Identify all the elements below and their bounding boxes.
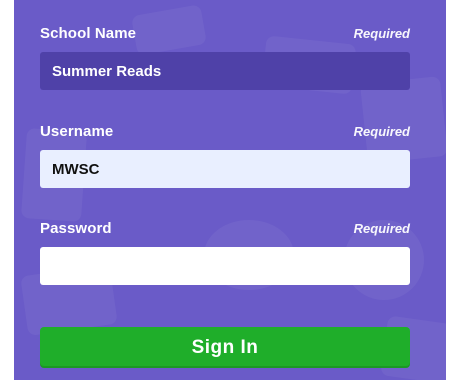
- password-label-row: Password Required: [40, 217, 410, 239]
- sign-in-button[interactable]: Sign In: [40, 327, 410, 368]
- username-label: Username: [40, 122, 114, 140]
- username-group: Username Required: [40, 120, 410, 188]
- school-name-label: School Name: [40, 24, 137, 42]
- password-field[interactable]: [40, 247, 410, 285]
- password-required-note: Required: [353, 220, 410, 236]
- password-label: Password: [40, 219, 112, 237]
- school-name-label-row: School Name Required: [40, 22, 410, 44]
- school-name-required-note: Required: [353, 25, 410, 41]
- login-panel: School Name Required Username Required P…: [14, 0, 446, 380]
- password-group: Password Required: [40, 217, 410, 285]
- username-required-note: Required: [353, 123, 410, 139]
- username-field[interactable]: [40, 150, 410, 188]
- username-label-row: Username Required: [40, 120, 410, 142]
- school-name-field[interactable]: [40, 52, 410, 90]
- school-name-group: School Name Required: [40, 22, 410, 90]
